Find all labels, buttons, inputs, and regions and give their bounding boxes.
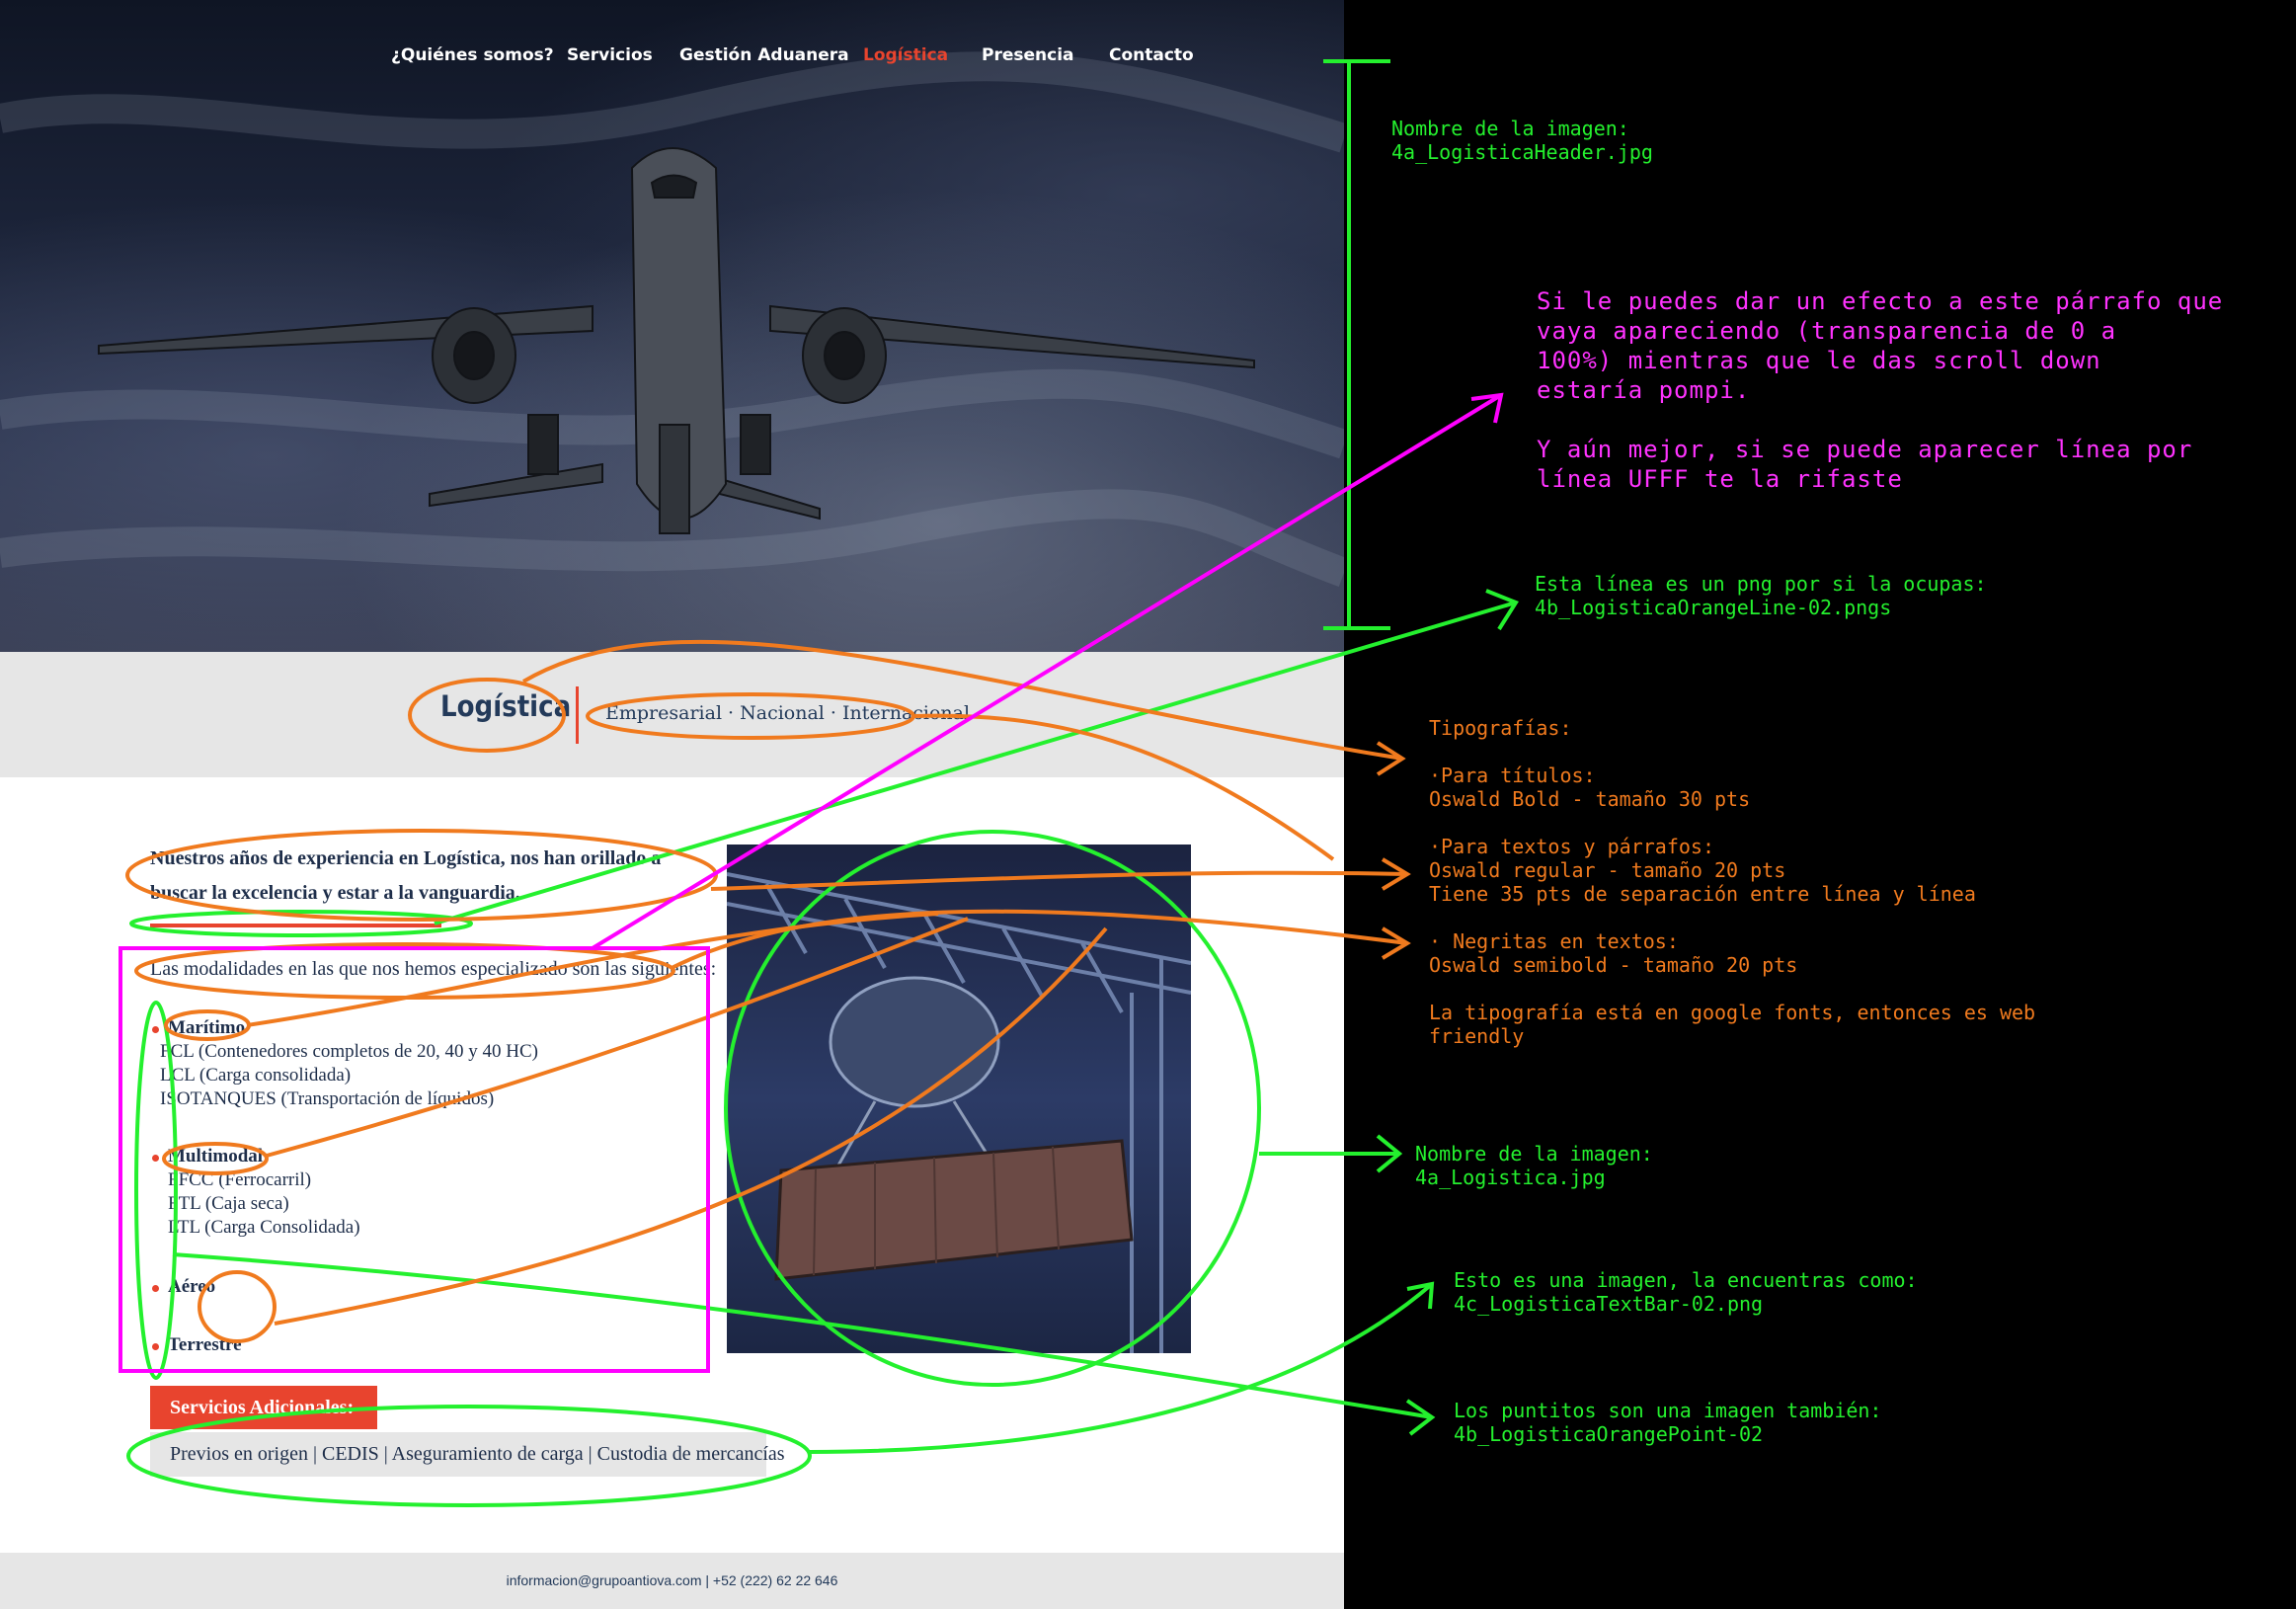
list-item-detail: LTL (Carga Consolidada) (168, 1217, 360, 1238)
services-label: Servicios Adicionales: (150, 1386, 377, 1429)
list-item-detail: ISOTANQUES (Transportación de líquidos) (160, 1088, 495, 1109)
modalities-intro: Las modalidades en las que nos hemos esp… (150, 958, 717, 980)
list-item-title: Multimodal (168, 1146, 264, 1167)
nav-item-presencia[interactable]: Presencia (982, 45, 1074, 65)
list-item-detail: FCL (Contenedores completos de 20, 40 y … (160, 1041, 538, 1062)
logistics-photo (727, 845, 1191, 1353)
header-image: ¿Quiénes somos? Servicios Gestión Aduane… (0, 0, 1344, 652)
page-subtitle: Empresarial · Nacional · Internacional (605, 702, 971, 724)
list-item-title: Terrestre (168, 1334, 242, 1355)
nav-item-gestion-aduanera[interactable]: Gestión Aduanera (679, 45, 849, 65)
list-item-title: Aéreo (168, 1276, 216, 1297)
nav-item-servicios[interactable]: Servicios (567, 45, 653, 65)
services-text-bar: Previos en origen | CEDIS | Aseguramient… (150, 1432, 785, 1477)
title-divider (576, 686, 579, 744)
list-item-detail: FTL (Caja seca) (168, 1193, 289, 1214)
orange-line (150, 924, 441, 927)
list-item-detail: FFCC (Ferrocarril) (168, 1169, 312, 1190)
nav-item-logistica[interactable]: Logística (863, 45, 948, 65)
annotation-header-image: Nombre de la imagen: 4a_LogisticaHeader.… (1391, 117, 1653, 164)
annotation-fade-effect: Si le puedes dar un efecto a este párraf… (1537, 287, 2224, 493)
section-title-band: Logística Empresarial · Nacional · Inter… (0, 652, 1344, 777)
intro-paragraph: Nuestros años de experiencia en Logístic… (150, 847, 662, 904)
annotation-photo-image: Nombre de la imagen: 4a_Logistica.jpg (1415, 1142, 1653, 1189)
airplane-illustration (0, 51, 1344, 588)
orange-point-icon (152, 1343, 159, 1350)
list-item-detail: LCL (Carga consolidada) (160, 1065, 352, 1086)
annotation-text-bar: Esto es una imagen, la encuentras como: … (1454, 1268, 1918, 1316)
annotation-orange-line: Esta línea es un png por si la ocupas: 4… (1535, 572, 1987, 619)
nav-item-quienes-somos[interactable]: ¿Quiénes somos? (391, 45, 554, 65)
annotation-typography: Tipografías: ·Para títulos: Oswald Bold … (1429, 716, 2036, 1048)
webpage-mockup: ¿Quiénes somos? Servicios Gestión Aduane… (0, 0, 1344, 1609)
orange-point-icon (152, 1285, 159, 1292)
page-title: Logística (440, 689, 572, 723)
orange-point-icon (152, 1155, 159, 1162)
annotation-points: Los puntitos son una imagen también: 4b_… (1454, 1399, 1882, 1446)
footer-contact: informacion@grupoantiova.com | +52 (222)… (0, 1553, 1344, 1609)
crane-container-illustration (727, 872, 1191, 1353)
nav-item-contacto[interactable]: Contacto (1109, 45, 1194, 65)
list-item-title: Marítimo (168, 1017, 246, 1038)
orange-point-icon (152, 1026, 159, 1033)
